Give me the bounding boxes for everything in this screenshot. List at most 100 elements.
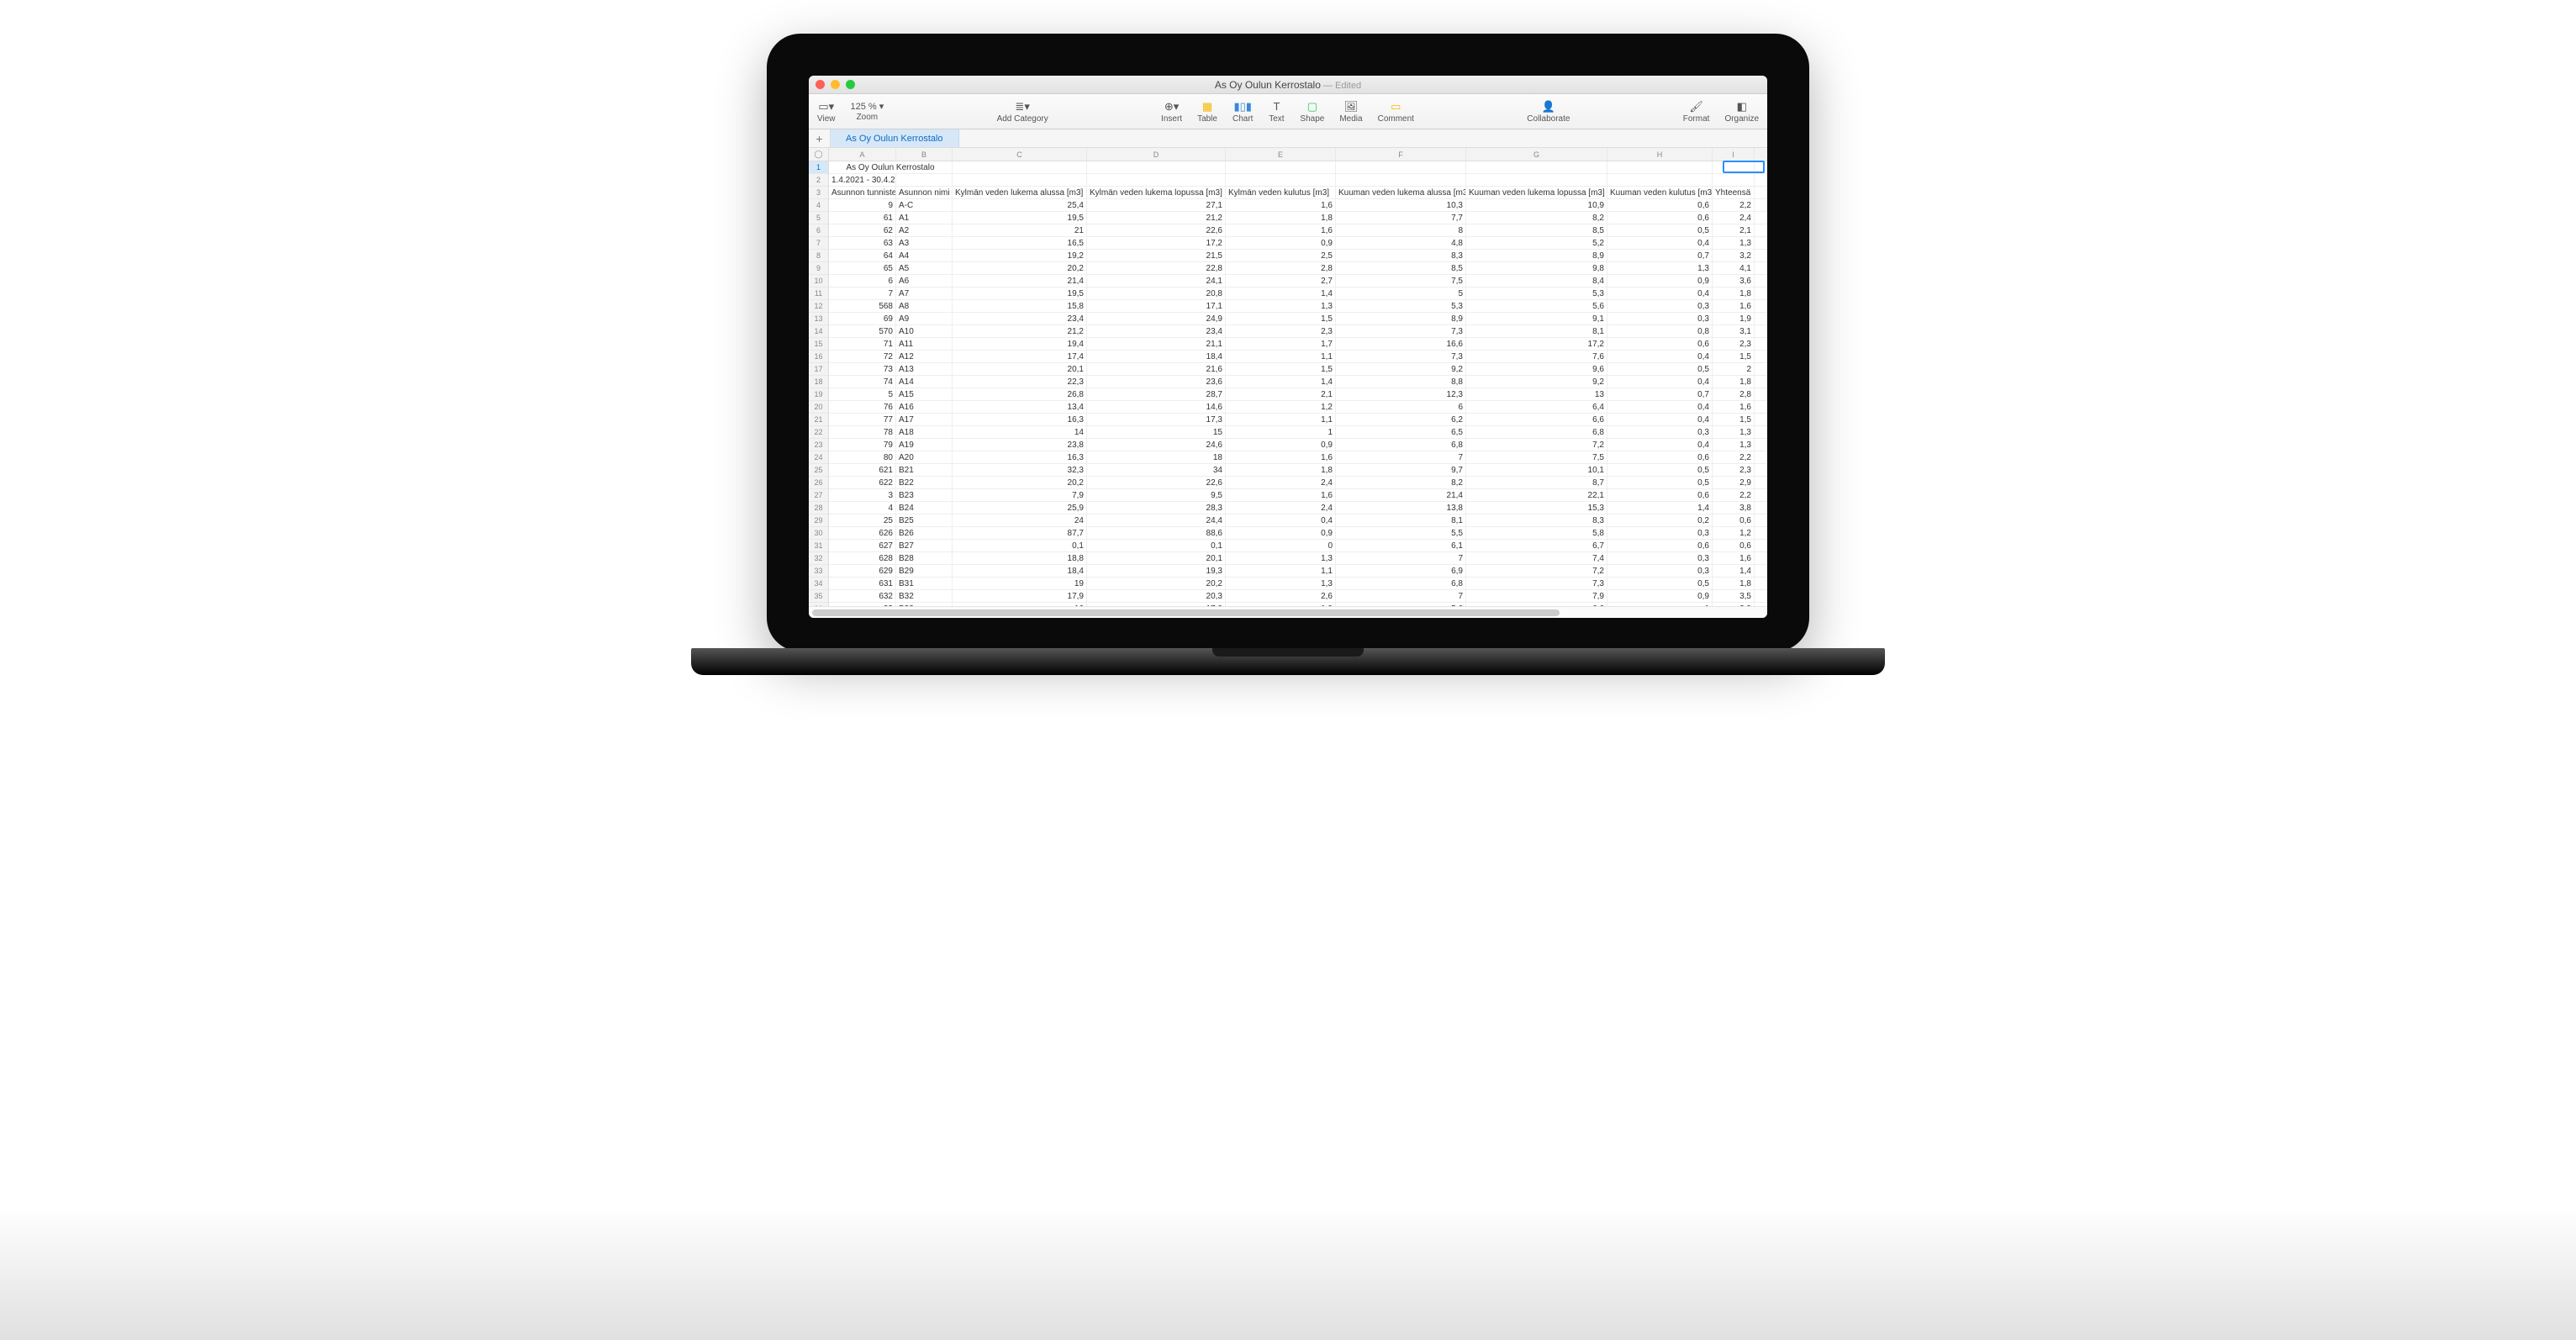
cell[interactable]: 6,5 — [1336, 426, 1466, 438]
cell[interactable]: 0,4 — [1607, 351, 1713, 362]
comment-button[interactable]: ▭ Comment — [1378, 100, 1414, 124]
cell[interactable]: 26,8 — [953, 388, 1087, 400]
column-header[interactable]: A — [829, 148, 896, 161]
cell[interactable]: 2,3 — [1713, 464, 1755, 476]
cell[interactable]: 4 — [829, 502, 896, 514]
cell[interactable]: 7,2 — [1466, 439, 1607, 451]
cell[interactable]: 0,1 — [1087, 540, 1226, 551]
row-header[interactable]: 34 — [809, 578, 828, 590]
cell[interactable]: 0,4 — [1607, 439, 1713, 451]
cell[interactable]: 5,5 — [1336, 527, 1466, 539]
cell[interactable]: 7,9 — [953, 489, 1087, 501]
cell[interactable]: 8,5 — [1466, 224, 1607, 236]
cell[interactable]: 7,5 — [1336, 275, 1466, 287]
row-header[interactable]: 12 — [809, 300, 828, 313]
cell[interactable]: 1,5 — [1226, 313, 1336, 324]
cell[interactable]: 2,9 — [1713, 477, 1755, 488]
cell[interactable]: 5,6 — [1466, 300, 1607, 312]
row-header[interactable]: 28 — [809, 502, 828, 514]
cell[interactable]: 1,4 — [1226, 288, 1336, 299]
cell[interactable]: 72 — [829, 351, 896, 362]
cell[interactable]: 0,9 — [1226, 527, 1336, 539]
cell[interactable]: 61 — [829, 212, 896, 224]
cell[interactable]: 1,5 — [1226, 363, 1336, 375]
cell[interactable]: 0,9 — [1226, 237, 1336, 249]
cell[interactable]: 1,1 — [1226, 351, 1336, 362]
cell[interactable]: 5,3 — [1466, 288, 1607, 299]
cell[interactable]: 13 — [1466, 388, 1607, 400]
cell[interactable]: 0,5 — [1607, 477, 1713, 488]
cell[interactable]: 63 — [829, 237, 896, 249]
cell[interactable]: 7,6 — [1466, 351, 1607, 362]
cell[interactable]: 22,1 — [1466, 489, 1607, 501]
cell[interactable]: 12,3 — [1336, 388, 1466, 400]
cell[interactable]: 0,6 — [1607, 338, 1713, 350]
cell[interactable]: 16,3 — [953, 414, 1087, 425]
cell[interactable]: 1,6 — [1226, 489, 1336, 501]
cell[interactable]: 14 — [953, 426, 1087, 438]
cell[interactable]: 21,4 — [953, 275, 1087, 287]
cell[interactable]: Kylmän veden lukema alussa [m3] — [953, 187, 1087, 198]
cell[interactable]: 1,4 — [1226, 376, 1336, 388]
cell[interactable]: 71 — [829, 338, 896, 350]
cell[interactable] — [1087, 174, 1226, 186]
cell[interactable] — [1466, 174, 1607, 186]
cell[interactable] — [896, 174, 953, 186]
cell[interactable]: A5 — [896, 262, 953, 274]
text-button[interactable]: T Text — [1268, 100, 1285, 124]
cell[interactable]: 0,6 — [1713, 514, 1755, 526]
cell[interactable]: 69 — [829, 313, 896, 324]
cell[interactable]: 0,6 — [1607, 212, 1713, 224]
cell[interactable]: 4,8 — [1336, 237, 1466, 249]
sheet-tab[interactable]: As Oy Oulun Kerrostalo — [831, 129, 959, 147]
cell[interactable]: 6,6 — [1466, 414, 1607, 425]
cell[interactable]: 0,9 — [1607, 590, 1713, 602]
cell[interactable]: A2 — [896, 224, 953, 236]
column-header[interactable]: I — [1713, 148, 1755, 161]
cell[interactable]: 65 — [829, 262, 896, 274]
cell[interactable]: 1,4 — [1607, 502, 1713, 514]
cell[interactable]: 3 — [829, 489, 896, 501]
cell[interactable]: 8,1 — [1466, 325, 1607, 337]
cell[interactable]: B27 — [896, 540, 953, 551]
cell[interactable]: 6,8 — [1336, 578, 1466, 589]
cell[interactable]: 17,4 — [953, 351, 1087, 362]
row-header[interactable]: 15 — [809, 338, 828, 351]
cell[interactable]: 7,3 — [1466, 578, 1607, 589]
cell[interactable]: 9,8 — [1466, 262, 1607, 274]
row-header[interactable]: 17 — [809, 363, 828, 376]
fullscreen-icon[interactable] — [846, 80, 855, 89]
cell[interactable]: 0,4 — [1607, 376, 1713, 388]
cell[interactable]: 8,1 — [1336, 514, 1466, 526]
cell[interactable]: 6,7 — [1466, 540, 1607, 551]
cell[interactable]: 0,3 — [1607, 313, 1713, 324]
spreadsheet-grid[interactable]: ◯ 12345678910111213141516171819202122232… — [809, 148, 1767, 606]
cell[interactable]: 626 — [829, 527, 896, 539]
cell[interactable]: 8,9 — [1466, 250, 1607, 261]
row-header[interactable]: 18 — [809, 376, 828, 388]
organize-button[interactable]: ◧ Organize — [1724, 100, 1759, 124]
cell[interactable]: 21,1 — [1087, 338, 1226, 350]
cell[interactable]: 19,5 — [953, 212, 1087, 224]
cell[interactable]: 15,8 — [953, 300, 1087, 312]
cell[interactable]: 2,2 — [1713, 451, 1755, 463]
cell[interactable]: 19,3 — [1087, 565, 1226, 577]
cell[interactable]: A6 — [896, 275, 953, 287]
cell[interactable]: A8 — [896, 300, 953, 312]
cell[interactable]: 80 — [829, 451, 896, 463]
cell[interactable]: 16,5 — [953, 237, 1087, 249]
cell[interactable]: 1,4 — [1713, 565, 1755, 577]
cell[interactable]: 0,2 — [1607, 514, 1713, 526]
cell[interactable]: 28,3 — [1087, 502, 1226, 514]
cell[interactable]: 2,3 — [1713, 338, 1755, 350]
cell[interactable]: 0,5 — [1607, 363, 1713, 375]
cell[interactable]: 6,8 — [1466, 426, 1607, 438]
cell[interactable]: 76 — [829, 401, 896, 413]
cell[interactable]: 0,6 — [1607, 540, 1713, 551]
cell[interactable]: 24,1 — [1087, 275, 1226, 287]
cell[interactable]: 568 — [829, 300, 896, 312]
cell[interactable]: 1,8 — [1713, 376, 1755, 388]
cell[interactable]: 2 — [1713, 363, 1755, 375]
cell[interactable]: A15 — [896, 388, 953, 400]
cell[interactable]: 570 — [829, 325, 896, 337]
